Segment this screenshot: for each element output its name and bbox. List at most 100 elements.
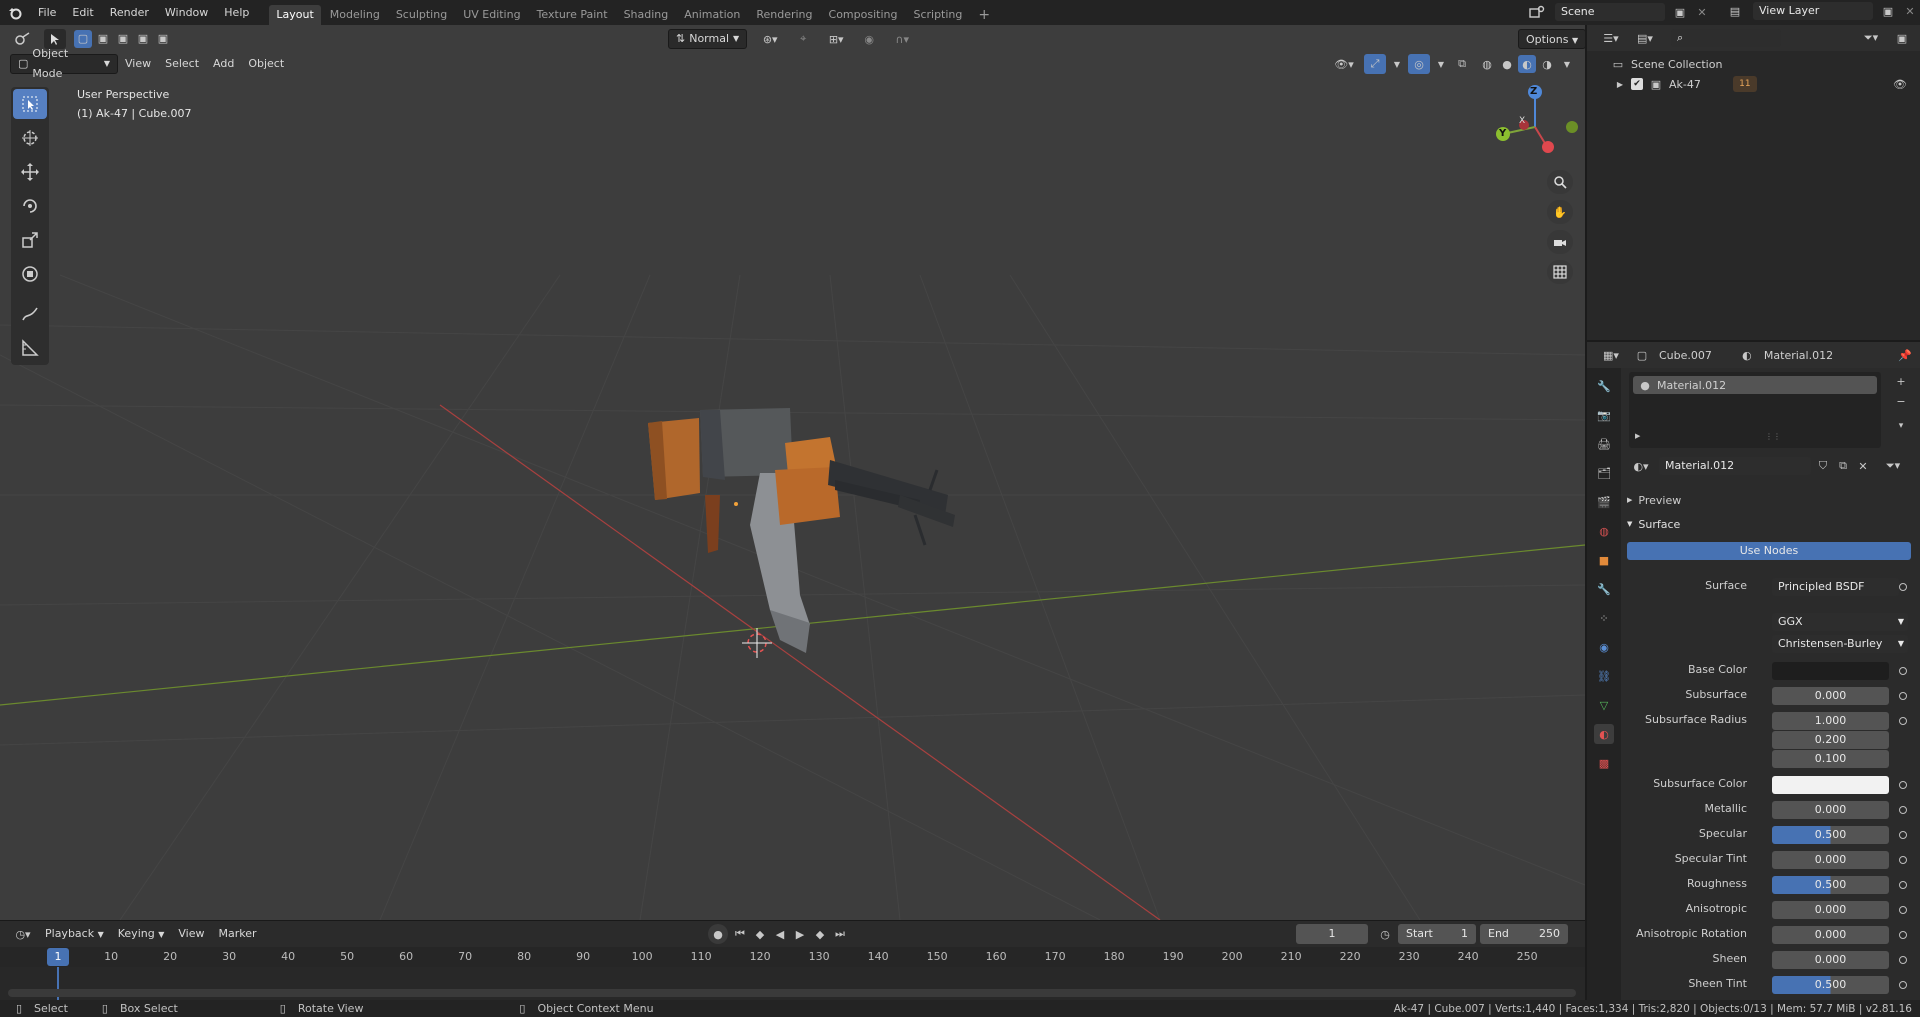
specular-socket-icon[interactable] xyxy=(1899,831,1907,839)
eye-icon[interactable]: 👁 xyxy=(1892,78,1908,91)
current-frame-field[interactable]: 1 xyxy=(1296,924,1368,944)
object-tab-icon[interactable]: ■ xyxy=(1594,550,1614,570)
expand-arrow-icon[interactable]: ▶ xyxy=(1635,432,1640,440)
tab-sculpting[interactable]: Sculpting xyxy=(389,5,454,25)
tab-rendering[interactable]: Rendering xyxy=(749,5,819,25)
sheen-tint-slider[interactable]: 0.500 xyxy=(1772,976,1889,994)
expand-arrow-icon[interactable]: ▶ xyxy=(1615,80,1625,89)
options-dropdown[interactable]: Options ▼ xyxy=(1518,29,1587,49)
slot-specials-icon[interactable]: ▾ xyxy=(1892,412,1910,440)
blender-logo-icon[interactable] xyxy=(0,0,30,25)
measure-tool-icon[interactable] xyxy=(13,333,47,363)
wireframe-shading-icon[interactable]: ◍ xyxy=(1478,58,1496,71)
proportional-edit-icon[interactable]: ◉ xyxy=(859,33,879,46)
duplicate-material-icon[interactable]: ⧉ xyxy=(1835,459,1851,473)
tab-compositing[interactable]: Compositing xyxy=(822,5,905,25)
frame-ruler[interactable]: 1 10 20 30 40 50 60 70 80 90 100 110 120 130 140 150 160… xyxy=(0,947,1585,967)
display-mode-icon[interactable]: ▤▾ xyxy=(1631,32,1659,45)
view-layer-field[interactable]: View Layer xyxy=(1753,2,1873,20)
solid-shading-icon[interactable]: ● xyxy=(1498,58,1516,71)
distribution-dropdown[interactable]: GGX ▼ xyxy=(1772,613,1908,631)
specular-tint-socket-icon[interactable] xyxy=(1899,856,1907,864)
snap-target-icon[interactable]: ⊞▾ xyxy=(821,33,851,46)
specular-tint-field[interactable]: 0.000 xyxy=(1772,851,1889,869)
add-slot-icon[interactable]: + xyxy=(1892,372,1910,390)
tab-animation[interactable]: Animation xyxy=(677,5,747,25)
view-layer-tab-icon[interactable]: 🗂 xyxy=(1594,463,1614,483)
remove-slot-icon[interactable]: − xyxy=(1892,392,1910,410)
fake-user-icon[interactable]: ⛉ xyxy=(1815,459,1831,473)
anisotropic-rotation-socket-icon[interactable] xyxy=(1899,931,1907,939)
new-scene-icon[interactable]: ▣ xyxy=(1671,6,1689,19)
overlay-toggle-icon[interactable]: ◎ xyxy=(1408,54,1430,74)
outliner-row-scene-collection[interactable]: ▭ Scene Collection xyxy=(1587,54,1920,74)
tab-shading[interactable]: Shading xyxy=(617,5,676,25)
new-view-layer-icon[interactable]: ▣ xyxy=(1879,5,1897,18)
pan-hand-icon[interactable]: ✋ xyxy=(1547,200,1573,224)
sheen-tint-socket-icon[interactable] xyxy=(1899,981,1907,989)
outliner-search-input[interactable]: ⌕ xyxy=(1671,29,1781,47)
selection-subtract-icon[interactable]: ▣ xyxy=(114,30,132,48)
prev-keyframe-icon[interactable]: ◆ xyxy=(752,928,768,941)
menu-file[interactable]: File xyxy=(30,0,64,25)
menu-marker[interactable]: Marker xyxy=(211,924,263,944)
3d-viewport[interactable]: User Perspective (1) Ak-47 | Cube.007 Z … xyxy=(0,25,1585,920)
jump-start-icon[interactable]: ⏮ xyxy=(732,927,748,941)
surface-shader-field[interactable]: Principled BSDF xyxy=(1772,578,1899,596)
specular-slider[interactable]: 0.500 xyxy=(1772,826,1889,844)
scale-tool-icon[interactable] xyxy=(13,225,47,255)
resize-handle-icon[interactable]: ⋮⋮ xyxy=(1765,432,1781,441)
menu-render[interactable]: Render xyxy=(102,0,157,25)
timeline-body[interactable] xyxy=(0,967,1585,1001)
tab-modeling[interactable]: Modeling xyxy=(323,5,387,25)
browse-material-icon[interactable]: ◐▾ xyxy=(1627,460,1655,473)
roughness-slider[interactable]: 0.500 xyxy=(1772,876,1889,894)
record-icon[interactable]: ● xyxy=(708,924,728,944)
annotate-tool-icon[interactable] xyxy=(13,299,47,329)
base-color-swatch[interactable] xyxy=(1772,662,1889,680)
properties-editor-icon[interactable]: ▦▾ xyxy=(1597,349,1625,362)
texture-tab-icon[interactable]: ▩ xyxy=(1594,753,1614,773)
selection-intersect-icon[interactable]: ▣ xyxy=(154,30,172,48)
sheen-field[interactable]: 0.000 xyxy=(1772,951,1889,969)
subsurface-socket-icon[interactable] xyxy=(1899,692,1907,700)
metallic-field[interactable]: 0.000 xyxy=(1772,801,1889,819)
tab-layout[interactable]: Layout xyxy=(269,5,321,25)
unlink-material-icon[interactable]: ✕ xyxy=(1855,460,1871,473)
jump-end-icon[interactable]: ⏭ xyxy=(832,927,848,941)
play-icon[interactable]: ▶ xyxy=(792,928,808,941)
scene-tab-icon[interactable]: 🎬 xyxy=(1594,492,1614,512)
timeline-scrollbar[interactable] xyxy=(8,989,1576,997)
3d-cursor-icon[interactable] xyxy=(742,628,772,658)
menu-help[interactable]: Help xyxy=(216,0,257,25)
material-tab-icon[interactable]: ◐ xyxy=(1594,724,1614,744)
selection-invert-icon[interactable]: ▣ xyxy=(134,30,152,48)
cursor-tool-icon[interactable] xyxy=(13,123,47,153)
base-color-socket-icon[interactable] xyxy=(1899,667,1907,675)
outliner-row-ak47[interactable]: ▶ ✔ ▣ Ak-47 11 👁 xyxy=(1587,74,1920,94)
menu-keying[interactable]: Keying ▼ xyxy=(111,924,172,944)
anisotropic-socket-icon[interactable] xyxy=(1899,906,1907,914)
surface-panel-header[interactable]: ▼ Surface xyxy=(1627,514,1917,534)
menu-add[interactable]: Add xyxy=(206,54,241,74)
physics-tab-icon[interactable]: ◉ xyxy=(1594,637,1614,657)
checkbox-icon[interactable]: ✔ xyxy=(1631,78,1643,90)
tab-uv-editing[interactable]: UV Editing xyxy=(456,5,527,25)
preview-panel-header[interactable]: ▶ Preview xyxy=(1627,490,1917,510)
menu-select[interactable]: Select xyxy=(158,54,206,74)
material-shading-icon[interactable]: ◐ xyxy=(1518,55,1536,73)
overlay-dropdown-icon[interactable]: ▼ xyxy=(1436,60,1446,69)
material-slot-item[interactable]: ● Material.012 xyxy=(1633,376,1877,394)
surface-socket-icon[interactable] xyxy=(1899,583,1907,591)
view-layer-icon[interactable]: ▤ xyxy=(1723,5,1747,18)
menu-window[interactable]: Window xyxy=(157,0,216,25)
gizmo-dropdown-icon[interactable]: ▼ xyxy=(1392,60,1402,69)
render-tab-icon[interactable]: 📷 xyxy=(1594,405,1614,425)
timeline-editor-type-icon[interactable]: ◷▾ xyxy=(8,928,38,941)
tab-scripting[interactable]: Scripting xyxy=(906,5,969,25)
use-nodes-button[interactable]: Use Nodes xyxy=(1627,542,1911,560)
subsurface-field[interactable]: 0.000 xyxy=(1772,687,1889,705)
transform-tool-icon[interactable] xyxy=(13,259,47,289)
pivot-icon[interactable]: ⊛▾ xyxy=(755,33,785,46)
subsurface-radius-z-field[interactable]: 0.100 xyxy=(1772,750,1889,768)
